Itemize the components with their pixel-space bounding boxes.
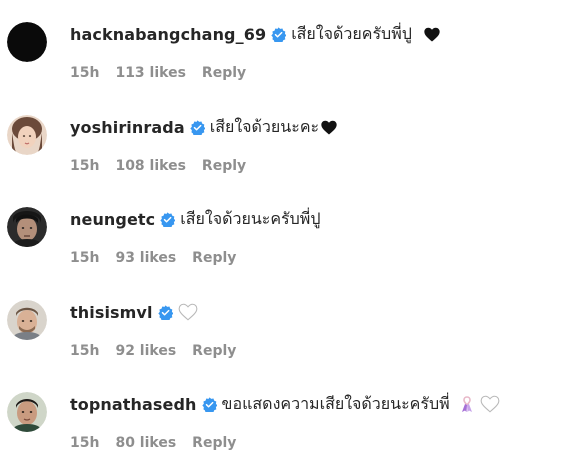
comment-item: neungetc เสียใจด้วยนะครับพี่ปู 15h 93 li… xyxy=(0,185,561,277)
comment-text: เสียใจด้วยนะครับพี่ปู xyxy=(180,208,321,228)
ribbon-icon xyxy=(460,395,474,413)
comment-text: ขอแสดงความเสียใจด้วยนะครับพี่ xyxy=(221,393,450,413)
likes-count[interactable]: 113 likes xyxy=(115,65,185,81)
reply-button[interactable]: Reply xyxy=(202,158,246,174)
comment-meta: 15h 113 likes Reply xyxy=(70,65,262,81)
black-heart-icon xyxy=(321,120,337,135)
comment-line: hacknabangchang_69 เสียใจด้วยครับพี่ปู xyxy=(70,22,440,46)
comment-meta: 15h 108 likes Reply xyxy=(70,158,262,174)
username-link[interactable]: thisismvl xyxy=(70,303,153,322)
username-link[interactable]: yoshirinrada xyxy=(70,118,185,137)
comment-meta: 15h 93 likes Reply xyxy=(70,250,252,266)
username-link[interactable]: topnathasedh xyxy=(70,395,197,414)
likes-count[interactable]: 80 likes xyxy=(115,435,176,451)
black-heart-icon xyxy=(424,27,440,42)
comment-item: thisismvl 15h 92 likes Reply xyxy=(0,278,561,370)
timestamp[interactable]: 15h xyxy=(70,65,99,81)
comment-line: topnathasedh ขอแสดงความเสียใจด้วยนะครับพ… xyxy=(70,392,500,416)
username-link[interactable]: hacknabangchang_69 xyxy=(70,25,266,44)
comment-line: thisismvl xyxy=(70,300,198,324)
verified-badge-icon xyxy=(160,211,176,227)
likes-count[interactable]: 108 likes xyxy=(115,158,185,174)
timestamp[interactable]: 15h xyxy=(70,158,99,174)
comment-line: yoshirinrada เสียใจด้วยนะคะ xyxy=(70,115,337,139)
likes-count[interactable]: 92 likes xyxy=(115,343,176,359)
timestamp[interactable]: 15h xyxy=(70,435,99,451)
comment-item: topnathasedh ขอแสดงความเสียใจด้วยนะครับพ… xyxy=(0,370,561,462)
verified-badge-icon xyxy=(190,119,205,135)
reply-button[interactable]: Reply xyxy=(202,65,246,81)
reply-button[interactable]: Reply xyxy=(192,435,236,451)
comment-text: เสียใจด้วยครับพี่ปู xyxy=(291,23,412,43)
avatar[interactable] xyxy=(7,207,47,247)
username-link[interactable]: neungetc xyxy=(70,210,155,229)
likes-count[interactable]: 93 likes xyxy=(115,250,176,266)
comment-meta: 15h 80 likes Reply xyxy=(70,435,252,451)
avatar[interactable] xyxy=(7,300,47,340)
verified-badge-icon xyxy=(201,396,217,412)
reply-button[interactable]: Reply xyxy=(192,343,236,359)
avatar[interactable] xyxy=(7,392,47,432)
avatar[interactable] xyxy=(7,22,47,62)
comment-line: neungetc เสียใจด้วยนะครับพี่ปู xyxy=(70,207,321,231)
comment-text: เสียใจด้วยนะคะ xyxy=(209,116,320,136)
white-heart-icon xyxy=(480,395,500,413)
white-heart-icon xyxy=(178,303,198,321)
comment-item: yoshirinrada เสียใจด้วยนะคะ 15h 108 like… xyxy=(0,93,561,185)
comment-item: hacknabangchang_69 เสียใจด้วยครับพี่ปู 1… xyxy=(0,0,561,92)
timestamp[interactable]: 15h xyxy=(70,343,99,359)
reply-button[interactable]: Reply xyxy=(192,250,236,266)
verified-badge-icon xyxy=(271,26,287,42)
avatar[interactable] xyxy=(7,115,47,155)
timestamp[interactable]: 15h xyxy=(70,250,99,266)
comment-meta: 15h 92 likes Reply xyxy=(70,343,252,359)
verified-badge-icon xyxy=(157,304,173,320)
